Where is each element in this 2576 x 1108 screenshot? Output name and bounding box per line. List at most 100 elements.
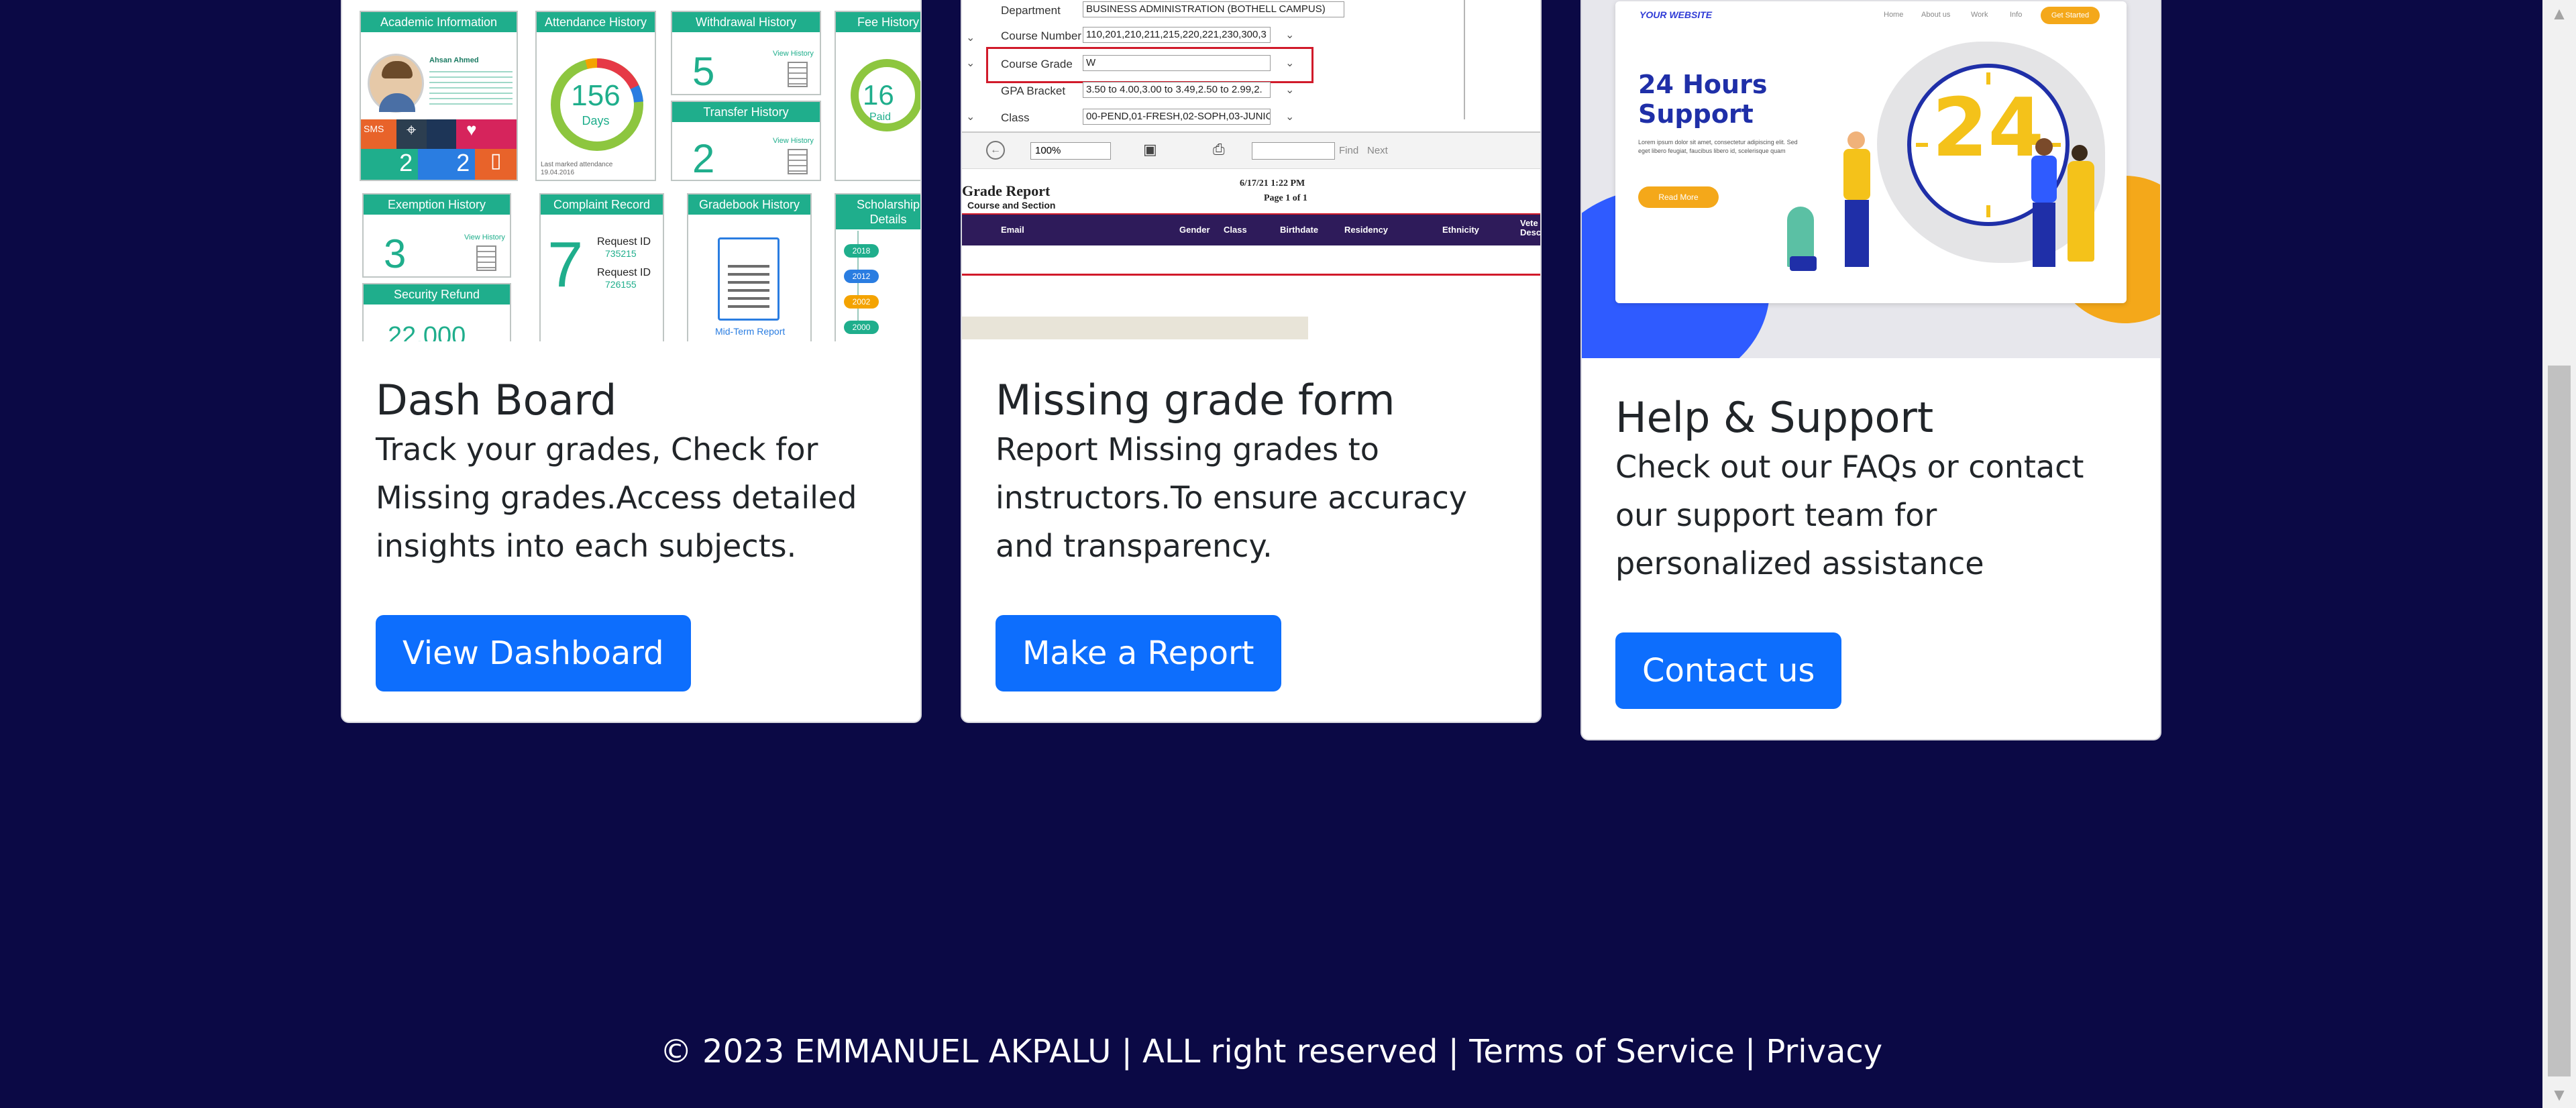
field-value: 110,201,210,211,215,220,221,230,300,3 (1083, 27, 1271, 43)
report-footer-bar (962, 317, 1308, 339)
card-title: Dash Board (376, 376, 617, 425)
heart-icon: ♥ (456, 119, 487, 149)
person-figure (2072, 145, 2088, 161)
tile-title: Security Refund (364, 284, 510, 304)
zoom-select[interactable]: 100% (1030, 142, 1111, 160)
make-report-button[interactable]: Make a Report (996, 615, 1281, 691)
help-support-preview-image: YOUR WEBSITE Home About us Work Info Get… (1582, 0, 2160, 358)
exemption-value: 3 (384, 231, 407, 276)
year-badge: 2000 (844, 321, 879, 334)
column-header: Vete Desc (1520, 219, 1540, 237)
fee-value: 16 (863, 79, 894, 111)
withdrawal-tile: Withdrawal History 5 View History (671, 11, 821, 95)
request-id: 726155 (605, 279, 637, 290)
get-started-pill: Get Started (2041, 7, 2100, 24)
page-scrollbar[interactable]: ▲ ▼ (2542, 0, 2576, 1108)
dashboard-preview-image: Academic Information Ahsan Ahmed SMS ⌖ ♥… (342, 0, 920, 341)
tile-title: Attendance History (537, 12, 655, 32)
report-document-icon (718, 237, 780, 321)
report-column-header: Email Gender Class Birthdate Residency E… (962, 215, 1540, 245)
clock-number: 24 (1932, 82, 2044, 175)
missing-grade-preview-image: ⌄ Department BUSINESS ADMINISTRATION (BO… (962, 0, 1540, 341)
person-figure (2035, 138, 2053, 156)
request-label: Request ID (597, 267, 651, 278)
view-history-link: View History (773, 137, 814, 145)
exemption-tile: Exemption History 3 View History (362, 193, 511, 278)
document-icon (476, 245, 496, 271)
academic-info-tile: Academic Information Ahsan Ahmed SMS ⌖ ♥… (360, 11, 518, 181)
find-link[interactable]: Find (1339, 145, 1358, 156)
back-icon[interactable]: ← (986, 141, 1005, 160)
attendance-tile: Attendance History 156 Days Last marked … (535, 11, 656, 181)
mock-nav-item: Work (1971, 11, 1988, 19)
field-value: 3.50 to 4.00,3.00 to 3.49,2.50 to 2.99,2… (1083, 82, 1271, 98)
print-icon[interactable]: ⎙ (1213, 141, 1225, 158)
privacy-link[interactable]: Privacy (1766, 1033, 1882, 1070)
year-badge: 2018 (844, 244, 879, 258)
footer: © 2023 EMMANUEL AKPALU | ALL right reser… (0, 1033, 2542, 1070)
request-id: 735215 (605, 248, 637, 259)
view-dashboard-button[interactable]: View Dashboard (376, 615, 691, 691)
field-label: Class (1001, 111, 1030, 124)
withdrawal-value: 5 (692, 49, 715, 94)
field-label: Course Number (1001, 30, 1081, 42)
chevron-down-icon: ⌄ (1285, 85, 1295, 96)
footer-separator: | (1734, 1033, 1766, 1070)
terms-of-service-link[interactable]: Terms of Service (1469, 1033, 1735, 1070)
field-value: BUSINESS ADMINISTRATION (BOTHELL CAMPUS) (1083, 1, 1344, 17)
complaint-tile: Complaint Record 7 Request ID 735215 Req… (539, 193, 664, 341)
tile-title: Fee History (836, 12, 920, 32)
scholarship-tile: Scholarship Details 2018 2012 2002 2000 (835, 193, 920, 341)
card-description: Check out our FAQs or contact our suppor… (1615, 449, 2084, 581)
next-link[interactable]: Next (1367, 145, 1388, 156)
report-title: Grade Report (962, 182, 1051, 199)
fee-tile: Fee History 16 Paid (835, 11, 920, 181)
page: Academic Information Ahsan Ahmed SMS ⌖ ♥… (0, 0, 2542, 1108)
find-input[interactable] (1252, 142, 1335, 160)
gradebook-caption: Mid-Term Report (715, 326, 786, 337)
year-badge: 2002 (844, 295, 879, 309)
mock-nav-item: About us (1921, 11, 1951, 19)
transfer-value: 2 (692, 136, 715, 181)
support-body: Lorem ipsum dolor sit amet, consectetur … (1638, 139, 1798, 154)
gradebook-tile: Gradebook History Mid-Term Report (687, 193, 812, 341)
year-badge: 2012 (844, 270, 879, 283)
card-title: Help & Support (1615, 393, 1934, 442)
website-mockup: YOUR WEBSITE Home About us Work Info Get… (1615, 1, 2127, 303)
attendance-unit: Days (582, 114, 610, 127)
save-icon[interactable]: ▣ (1143, 141, 1157, 158)
transfer-tile: Transfer History 2 View History (671, 101, 821, 181)
column-header: Residency (1344, 225, 1389, 235)
sms-block: SMS (361, 119, 396, 149)
card-description: Report Missing grades to instructors.To … (996, 431, 1467, 564)
scrollbar-thumb[interactable] (2548, 366, 2571, 1076)
counter-two: 2 (418, 149, 476, 180)
dashboard-card: Academic Information Ahsan Ahmed SMS ⌖ ♥… (341, 0, 922, 723)
field-value: 00-PEND,01-FRESH,02-SOPH,03-JUNIO (1083, 109, 1271, 125)
column-header: Email (1001, 225, 1024, 235)
request-label: Request ID (597, 236, 651, 247)
attendance-value: 156 (571, 79, 621, 112)
copyright-text: © 2023 EMMANUEL AKPALU | ALL right reser… (659, 1033, 1470, 1070)
security-value: 22,000 (388, 322, 466, 341)
attendance-note: Last marked attendance 19.04.2016 (541, 161, 613, 176)
contact-us-button[interactable]: Contact us (1615, 632, 1842, 709)
chevron-down-icon: ⌄ (1285, 30, 1295, 41)
complaint-value: 7 (547, 229, 584, 300)
field-label: GPA Bracket (1001, 85, 1066, 97)
column-header: Ethnicity (1442, 225, 1479, 235)
scroll-down-arrow-icon[interactable]: ▼ (2542, 1081, 2576, 1108)
report-page: Page 1 of 1 (1264, 193, 1307, 203)
phone-icon: ▯ (475, 149, 517, 180)
person-figure (1847, 131, 1865, 149)
help-support-card: YOUR WEBSITE Home About us Work Info Get… (1580, 0, 2161, 740)
report-date: 6/17/21 1:22 PM (1240, 178, 1305, 188)
document-icon (788, 62, 808, 87)
scroll-up-arrow-icon[interactable]: ▲ (2542, 0, 2576, 27)
report-toolbar: ← 100% ▣ ⎙ Find Next (962, 131, 1540, 169)
tile-title: Academic Information (361, 12, 517, 32)
document-icon (788, 149, 808, 174)
view-history-link: View History (773, 50, 814, 58)
tile-title: Scholarship Details (836, 195, 920, 229)
tile-title: Withdrawal History (672, 12, 820, 32)
